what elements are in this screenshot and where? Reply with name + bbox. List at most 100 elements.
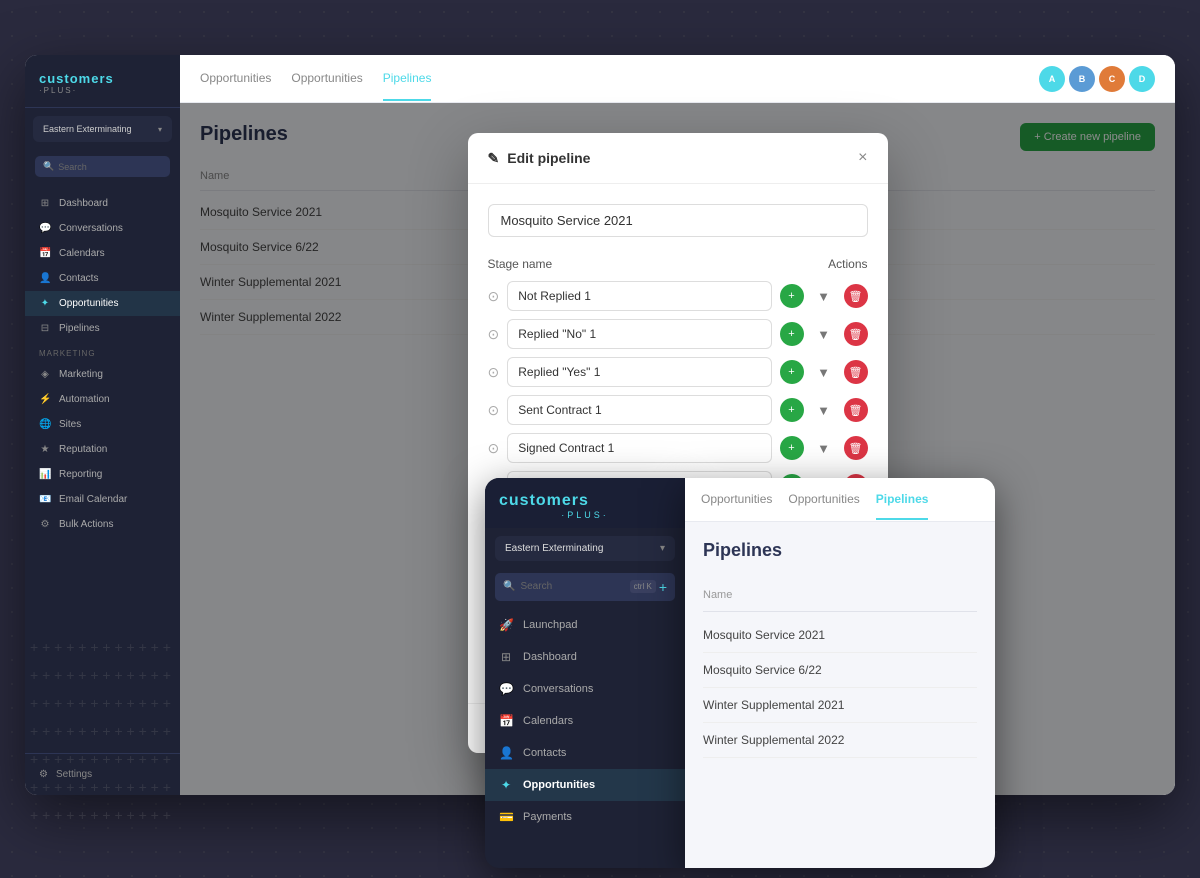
tab-pipelines[interactable]: Pipelines: [383, 57, 432, 101]
floating-tab-pipelines[interactable]: Pipelines: [876, 480, 929, 520]
contacts-icon: 👤: [39, 273, 51, 284]
launchpad-icon: 🚀: [499, 618, 513, 632]
tab-opportunities-header[interactable]: Opportunities: [200, 57, 271, 101]
search-placeholder: Search: [520, 581, 552, 592]
automation-icon: ⚡: [39, 394, 51, 405]
floating-nav-item-opportunities[interactable]: ✦ Opportunities: [485, 769, 685, 801]
stage-add-button[interactable]: +: [780, 284, 804, 308]
sidebar-item-automation[interactable]: ⚡ Automation: [25, 387, 180, 412]
floating-tab-opportunities[interactable]: Opportunities: [701, 480, 772, 520]
floating-tabs: Opportunities Opportunities Pipelines: [685, 478, 995, 522]
stage-filter-button[interactable]: ▼: [812, 398, 836, 422]
svg-text:+ + + + + + + + + + + +: + + + + + + + + + + + +: [30, 751, 171, 767]
stage-input[interactable]: [507, 395, 771, 425]
sidebar-item-label: Opportunities: [59, 298, 118, 309]
drag-handle-icon[interactable]: ⊙: [488, 364, 500, 381]
sidebar-item-label: Contacts: [59, 273, 98, 284]
opportunities-icon: ✦: [39, 298, 51, 309]
sidebar-item-contacts[interactable]: 👤 Contacts: [25, 266, 180, 291]
drag-handle-icon[interactable]: ⊙: [488, 326, 500, 343]
floating-tab-opportunities-sub[interactable]: Opportunities: [788, 480, 859, 520]
stage-name-label: Stage name: [488, 257, 553, 271]
close-button[interactable]: ×: [858, 149, 867, 167]
floating-nav-item-dashboard[interactable]: ⊞ Dashboard: [485, 641, 685, 673]
actions-label: Actions: [828, 257, 867, 271]
drag-handle-icon[interactable]: ⊙: [488, 288, 500, 305]
stage-filter-button[interactable]: ▼: [812, 360, 836, 384]
floating-nav-item-contacts[interactable]: 👤 Contacts: [485, 737, 685, 769]
opportunities-icon: ✦: [499, 778, 513, 792]
sidebar-logo: customers ·PLUS·: [25, 55, 180, 108]
stage-input[interactable]: [507, 319, 771, 349]
stage-filter-button[interactable]: ▼: [812, 436, 836, 460]
drag-handle-icon[interactable]: ⊙: [488, 440, 500, 457]
search-shortcut: ctrl K: [630, 580, 656, 593]
stage-row: ⊙ + ▼ 🗑: [488, 433, 868, 463]
stage-input[interactable]: [507, 357, 771, 387]
sidebar-item-dashboard[interactable]: ⊞ Dashboard: [25, 191, 180, 216]
stage-add-button[interactable]: +: [780, 360, 804, 384]
stage-delete-button[interactable]: 🗑: [844, 398, 868, 422]
stage-add-button[interactable]: +: [780, 398, 804, 422]
chevron-down-icon: ▾: [158, 125, 162, 134]
tab-opportunities-sub[interactable]: Opportunities: [291, 57, 362, 101]
sidebar-item-marketing[interactable]: ◈ Marketing: [25, 362, 180, 387]
sidebar-search[interactable]: 🔍 Search: [35, 156, 170, 177]
svg-text:+ + + + + + + + + + + +: + + + + + + + + + + + +: [30, 695, 171, 711]
floating-table-row[interactable]: Winter Supplemental 2022: [703, 723, 977, 758]
sidebar-item-label: Automation: [59, 394, 110, 405]
sidebar-item-label: Sites: [59, 419, 81, 430]
floating-logo-area: customers ·PLUS·: [485, 478, 685, 528]
sidebar-item-label: Dashboard: [59, 198, 108, 209]
sidebar-item-opportunities[interactable]: ✦ Opportunities: [25, 291, 180, 316]
svg-text:+ + + + + + + + + + + +: + + + + + + + + + + + +: [30, 639, 171, 655]
pipeline-name-input[interactable]: [488, 204, 868, 237]
stage-filter-button[interactable]: ▼: [812, 284, 836, 308]
sidebar-item-conversations[interactable]: 💬 Conversations: [25, 216, 180, 241]
floating-nav-item-calendars[interactable]: 📅 Calendars: [485, 705, 685, 737]
sidebar-item-sites[interactable]: 🌐 Sites: [25, 412, 180, 437]
sidebar-item-bulk-actions[interactable]: ⚙ Bulk Actions: [25, 512, 180, 537]
stage-filter-button[interactable]: ▼: [812, 322, 836, 346]
sidebar-item-email-calendar[interactable]: 📧 Email Calendar: [25, 487, 180, 512]
floating-table-row[interactable]: Mosquito Service 2021: [703, 618, 977, 653]
chevron-down-icon: ▾: [660, 543, 665, 554]
name-column-header: Name: [703, 589, 732, 601]
stage-delete-button[interactable]: 🗑: [844, 284, 868, 308]
stage-delete-button[interactable]: 🗑: [844, 436, 868, 460]
sidebar-item-reporting[interactable]: 📊 Reporting: [25, 462, 180, 487]
floating-nav: 🚀 Launchpad ⊞ Dashboard 💬 Conversations …: [485, 605, 685, 868]
sidebar-item-label: Reputation: [59, 444, 107, 455]
floating-account[interactable]: Eastern Exterminating ▾: [495, 536, 675, 561]
nav-label: Calendars: [523, 715, 573, 727]
sidebar-item-calendars[interactable]: 📅 Calendars: [25, 241, 180, 266]
sidebar-account[interactable]: Eastern Exterminating ▾: [33, 116, 172, 142]
stage-delete-button[interactable]: 🗑: [844, 322, 868, 346]
floating-nav-item-launchpad[interactable]: 🚀 Launchpad: [485, 609, 685, 641]
add-icon[interactable]: +: [659, 579, 667, 595]
stage-input[interactable]: [507, 433, 771, 463]
stage-input[interactable]: [507, 281, 771, 311]
reporting-icon: 📊: [39, 469, 51, 480]
email-calendar-icon: 📧: [39, 494, 51, 505]
payments-icon: 💳: [499, 810, 513, 824]
floating-table-row[interactable]: Mosquito Service 6/22: [703, 653, 977, 688]
stage-add-button[interactable]: +: [780, 436, 804, 460]
floating-nav-item-conversations[interactable]: 💬 Conversations: [485, 673, 685, 705]
sidebar-item-label: Conversations: [59, 223, 123, 234]
floating-logo-plus: ·PLUS·: [499, 510, 671, 520]
stage-add-button[interactable]: +: [780, 322, 804, 346]
drag-handle-icon[interactable]: ⊙: [488, 402, 500, 419]
floating-search[interactable]: 🔍 Search ctrl K +: [495, 573, 675, 601]
stage-row: ⊙ + ▼ 🗑: [488, 395, 868, 425]
stage-delete-button[interactable]: 🗑: [844, 360, 868, 384]
top-bar: Opportunities Opportunities Pipelines A …: [180, 55, 1175, 103]
logo-plus: ·PLUS·: [39, 86, 166, 95]
account-name: Eastern Exterminating: [43, 124, 132, 134]
floating-table-row[interactable]: Winter Supplemental 2021: [703, 688, 977, 723]
floating-nav-item-payments[interactable]: 💳 Payments: [485, 801, 685, 833]
avatar-1: A: [1039, 66, 1065, 92]
dashboard-icon: ⊞: [39, 198, 51, 209]
sidebar-item-reputation[interactable]: ★ Reputation: [25, 437, 180, 462]
sidebar-item-pipelines[interactable]: ⊟ Pipelines: [25, 316, 180, 341]
